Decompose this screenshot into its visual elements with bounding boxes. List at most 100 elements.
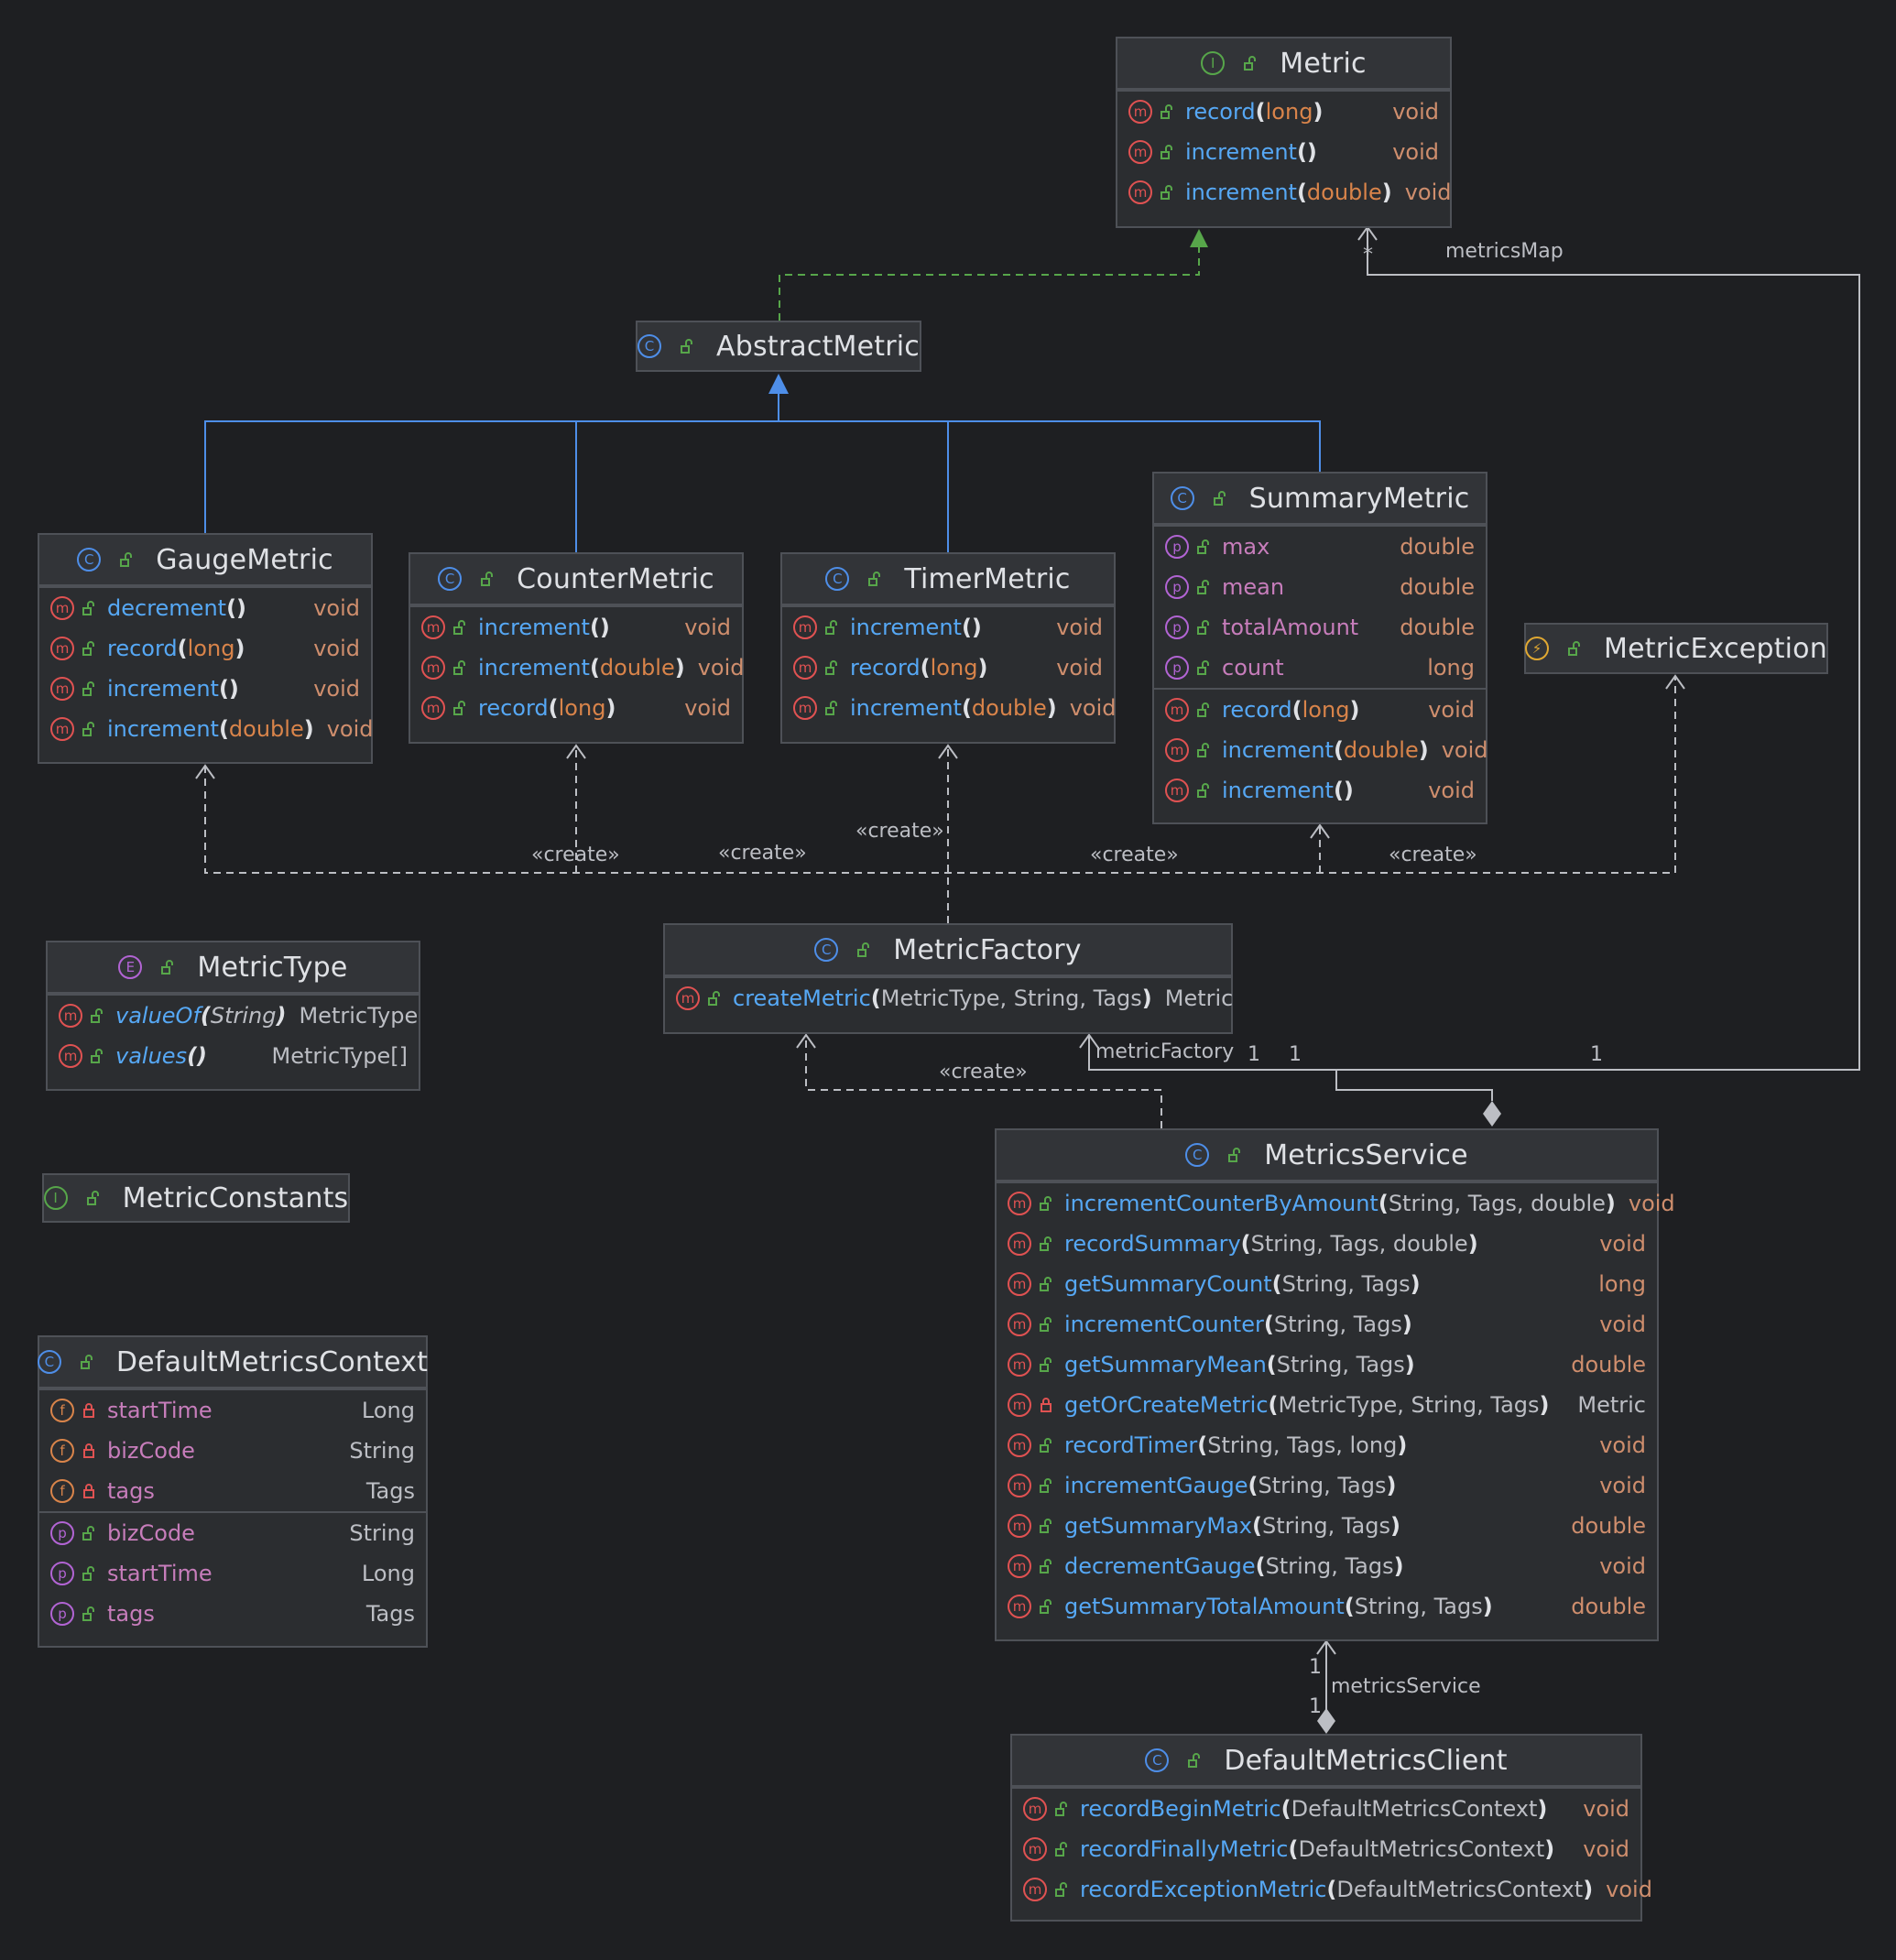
- method-row[interactable]: m recordSummary(String, Tags, double) void: [997, 1224, 1657, 1264]
- method-row[interactable]: m incrementCounterByAmount(String, Tags, …: [997, 1183, 1675, 1224]
- property-row[interactable]: p max double: [1154, 527, 1486, 567]
- close-paren: ): [1418, 737, 1429, 763]
- public-icon: [1160, 185, 1174, 200]
- public-icon: [119, 552, 134, 567]
- member-section: m record(long) void m increment(double) void m…: [1154, 688, 1487, 811]
- member-return-type: void: [1599, 1312, 1646, 1337]
- interface-icon: I: [43, 1186, 68, 1210]
- method-row[interactable]: m incrementGauge(String, Tags) void: [997, 1465, 1657, 1506]
- method-row[interactable]: m getOrCreateMetric(MetricType, String, T…: [997, 1385, 1657, 1425]
- method-row[interactable]: m record(long) void: [410, 688, 742, 728]
- close-paren: ): [1313, 99, 1324, 125]
- method-row[interactable]: m getSummaryCount(String, Tags) long: [997, 1264, 1657, 1304]
- method-icon: m: [1023, 1797, 1047, 1821]
- open-paren: (: [1268, 1392, 1279, 1418]
- public-icon: [824, 620, 839, 635]
- method-row[interactable]: m increment() void: [1154, 770, 1486, 811]
- node-summary-metric[interactable]: C SummaryMetric p max double p mean double p tota…: [1152, 472, 1487, 824]
- member-name: record: [478, 695, 549, 721]
- member-params: long: [187, 636, 235, 661]
- member-return-type: void: [326, 716, 374, 742]
- method-row[interactable]: m increment() void: [39, 669, 371, 709]
- node-title: MetricType: [197, 951, 348, 984]
- metrics-map-label: metricsMap: [1445, 240, 1564, 263]
- method-row[interactable]: m increment(double) void: [410, 648, 745, 688]
- member-return-type: void: [697, 655, 745, 681]
- property-row[interactable]: p tags Tags: [39, 1594, 426, 1634]
- node-header: C DefaultMetricsClient: [1012, 1736, 1640, 1787]
- method-icon: m: [1008, 1353, 1031, 1377]
- field-row[interactable]: f startTime Long: [39, 1390, 426, 1431]
- method-row[interactable]: m getSummaryTotalAmount(String, Tags) doub…: [997, 1586, 1657, 1627]
- member-return-type: void: [1628, 1191, 1675, 1216]
- node-metric-factory[interactable]: C MetricFactory m createMetric(MetricType, …: [663, 923, 1233, 1034]
- method-row[interactable]: m getSummaryMean(String, Tags) double: [997, 1345, 1657, 1385]
- member-params: long: [1302, 697, 1350, 723]
- open-paren: (: [870, 985, 881, 1011]
- field-row[interactable]: f bizCode String: [39, 1431, 426, 1471]
- method-row[interactable]: m incrementCounter(String, Tags) void: [997, 1304, 1657, 1345]
- node-gauge-metric[interactable]: C GaugeMetric m decrement() void m record(long…: [38, 533, 373, 764]
- node-metric[interactable]: I Metric m record(long) void m increment() void…: [1116, 37, 1452, 228]
- close-paren: ): [1046, 695, 1057, 721]
- field-row[interactable]: f tags Tags: [39, 1471, 426, 1511]
- property-row[interactable]: p bizCode String: [39, 1513, 426, 1553]
- member-params: double: [971, 695, 1047, 721]
- node-metric-exception[interactable]: ⚡ MetricException: [1524, 623, 1828, 674]
- public-icon: [1039, 1277, 1053, 1291]
- method-row[interactable]: m recordFinallyMetric(DefaultMetricsConte…: [1012, 1829, 1640, 1869]
- method-row[interactable]: m increment() void: [782, 607, 1114, 648]
- method-row[interactable]: m record(long) void: [782, 648, 1114, 688]
- public-icon: [1160, 145, 1174, 159]
- create-label: «create»: [531, 844, 620, 866]
- public-icon: [1187, 1753, 1202, 1768]
- metrics-service-label: metricsService: [1331, 1675, 1481, 1698]
- member-section: m incrementCounterByAmount(String, Tags, …: [997, 1181, 1675, 1627]
- node-default-metrics-context[interactable]: C DefaultMetricsContext f startTime Long f biz…: [37, 1335, 428, 1648]
- class-icon: C: [814, 938, 839, 962]
- method-row[interactable]: m createMetric(MetricType, String, Tags) M…: [665, 978, 1233, 1018]
- member-return-type: String: [349, 1438, 415, 1464]
- method-row[interactable]: m record(long) void: [39, 628, 371, 669]
- method-row[interactable]: m valueOf(String) MetricType: [48, 996, 419, 1036]
- method-row[interactable]: m getSummaryMax(String, Tags) double: [997, 1506, 1657, 1546]
- method-row[interactable]: m recordBeginMetric(DefaultMetricsContext…: [1012, 1789, 1640, 1829]
- property-row[interactable]: p mean double: [1154, 567, 1486, 607]
- method-row[interactable]: m decrementGauge(String, Tags) void: [997, 1546, 1657, 1586]
- close-paren: ): [234, 636, 245, 661]
- create-label: «create»: [718, 842, 807, 865]
- method-icon: m: [1008, 1595, 1031, 1618]
- method-row[interactable]: m decrement() void: [39, 588, 371, 628]
- method-row[interactable]: m increment(double) void: [39, 709, 374, 749]
- node-metric-constants[interactable]: I MetricConstants: [42, 1173, 350, 1223]
- method-row[interactable]: m increment(double) void: [1154, 730, 1487, 770]
- node-header: C AbstractMetric: [637, 322, 920, 370]
- method-row[interactable]: m increment() void: [410, 607, 742, 648]
- method-row[interactable]: m values() MetricType[]: [48, 1036, 419, 1076]
- method-row[interactable]: m record(long) void: [1154, 690, 1486, 730]
- method-row[interactable]: m record(long) void: [1117, 92, 1450, 132]
- method-row[interactable]: m increment(double) void: [1117, 172, 1451, 212]
- property-icon: p: [50, 1521, 74, 1545]
- property-row[interactable]: p totalAmount double: [1154, 607, 1486, 648]
- public-icon: [1039, 1599, 1053, 1614]
- node-metrics-service[interactable]: C MetricsService m incrementCounterByAmount…: [995, 1128, 1675, 1641]
- member-return-type: Tags: [365, 1478, 415, 1504]
- method-row[interactable]: m increment(double) void: [782, 688, 1116, 728]
- method-row[interactable]: m recordExceptionMetric(DefaultMetricsCon…: [1012, 1869, 1652, 1910]
- property-row[interactable]: p startTime Long: [39, 1553, 426, 1594]
- node-default-metrics-client[interactable]: C DefaultMetricsClient m recordBeginMetric(…: [1010, 1734, 1652, 1922]
- node-header: ⚡ MetricException: [1525, 625, 1827, 672]
- node-metric-type[interactable]: E MetricType m valueOf(String) MetricType m va…: [46, 941, 420, 1091]
- property-row[interactable]: p count long: [1154, 648, 1486, 688]
- node-timer-metric[interactable]: C TimerMetric m increment() void m record(long…: [780, 552, 1116, 744]
- open-paren: (: [548, 695, 559, 721]
- node-abstract-metric[interactable]: C AbstractMetric: [636, 321, 921, 372]
- open-paren: (: [1326, 1877, 1337, 1902]
- member-section: m increment() void m increment(double) void m r…: [410, 605, 745, 728]
- node-counter-metric[interactable]: C CounterMetric m increment() void m increment…: [409, 552, 744, 744]
- method-row[interactable]: m recordTimer(String, Tags, long) void: [997, 1425, 1657, 1465]
- close-paren: ): [197, 1043, 207, 1069]
- method-row[interactable]: m increment() void: [1117, 132, 1450, 172]
- create-label: «create»: [1090, 844, 1179, 866]
